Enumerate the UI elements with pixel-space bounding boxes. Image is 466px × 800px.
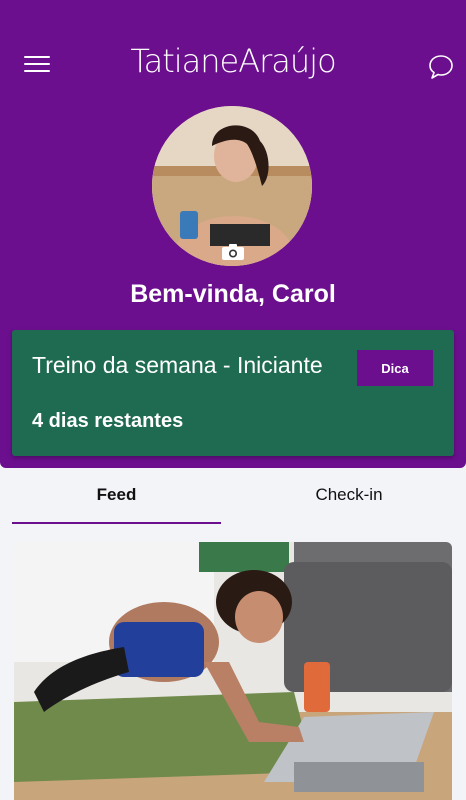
chat-bubble-icon[interactable] — [428, 54, 454, 80]
tab-bar: Feed Check-in — [0, 468, 466, 524]
avatar-photo — [152, 106, 312, 266]
header-hero: TatianeAraújo Bem-vinda, Carol Treino da… — [0, 0, 466, 468]
app-logo: TatianeAraújo — [130, 42, 336, 80]
days-remaining: 4 dias restantes — [32, 410, 184, 432]
tip-button[interactable]: Dica — [357, 350, 433, 386]
welcome-greeting: Bem-vinda, Carol — [130, 280, 336, 308]
feed-post-image[interactable] — [14, 542, 452, 800]
profile-avatar[interactable] — [152, 106, 312, 266]
tab-feed[interactable]: Feed — [12, 468, 221, 524]
weekly-workout-card[interactable]: Treino da semana - Iniciante Dica 4 dias… — [12, 330, 454, 456]
workout-photo — [14, 542, 452, 800]
tab-checkin[interactable]: Check-in — [244, 468, 454, 522]
camera-icon[interactable] — [221, 243, 245, 261]
top-bar: TatianeAraújo — [0, 0, 466, 96]
workout-title: Treino da semana - Iniciante — [32, 352, 323, 378]
